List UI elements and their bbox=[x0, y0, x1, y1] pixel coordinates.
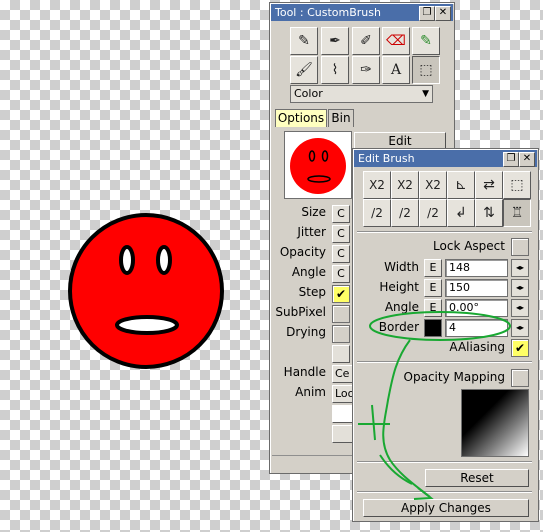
annotation-overlay bbox=[358, 311, 511, 500]
annotation-arrow-head bbox=[413, 487, 434, 500]
annotation-plus-vertical bbox=[371, 404, 376, 441]
annotation-arrow-line bbox=[382, 339, 431, 498]
annotation-ellipse bbox=[369, 311, 511, 341]
